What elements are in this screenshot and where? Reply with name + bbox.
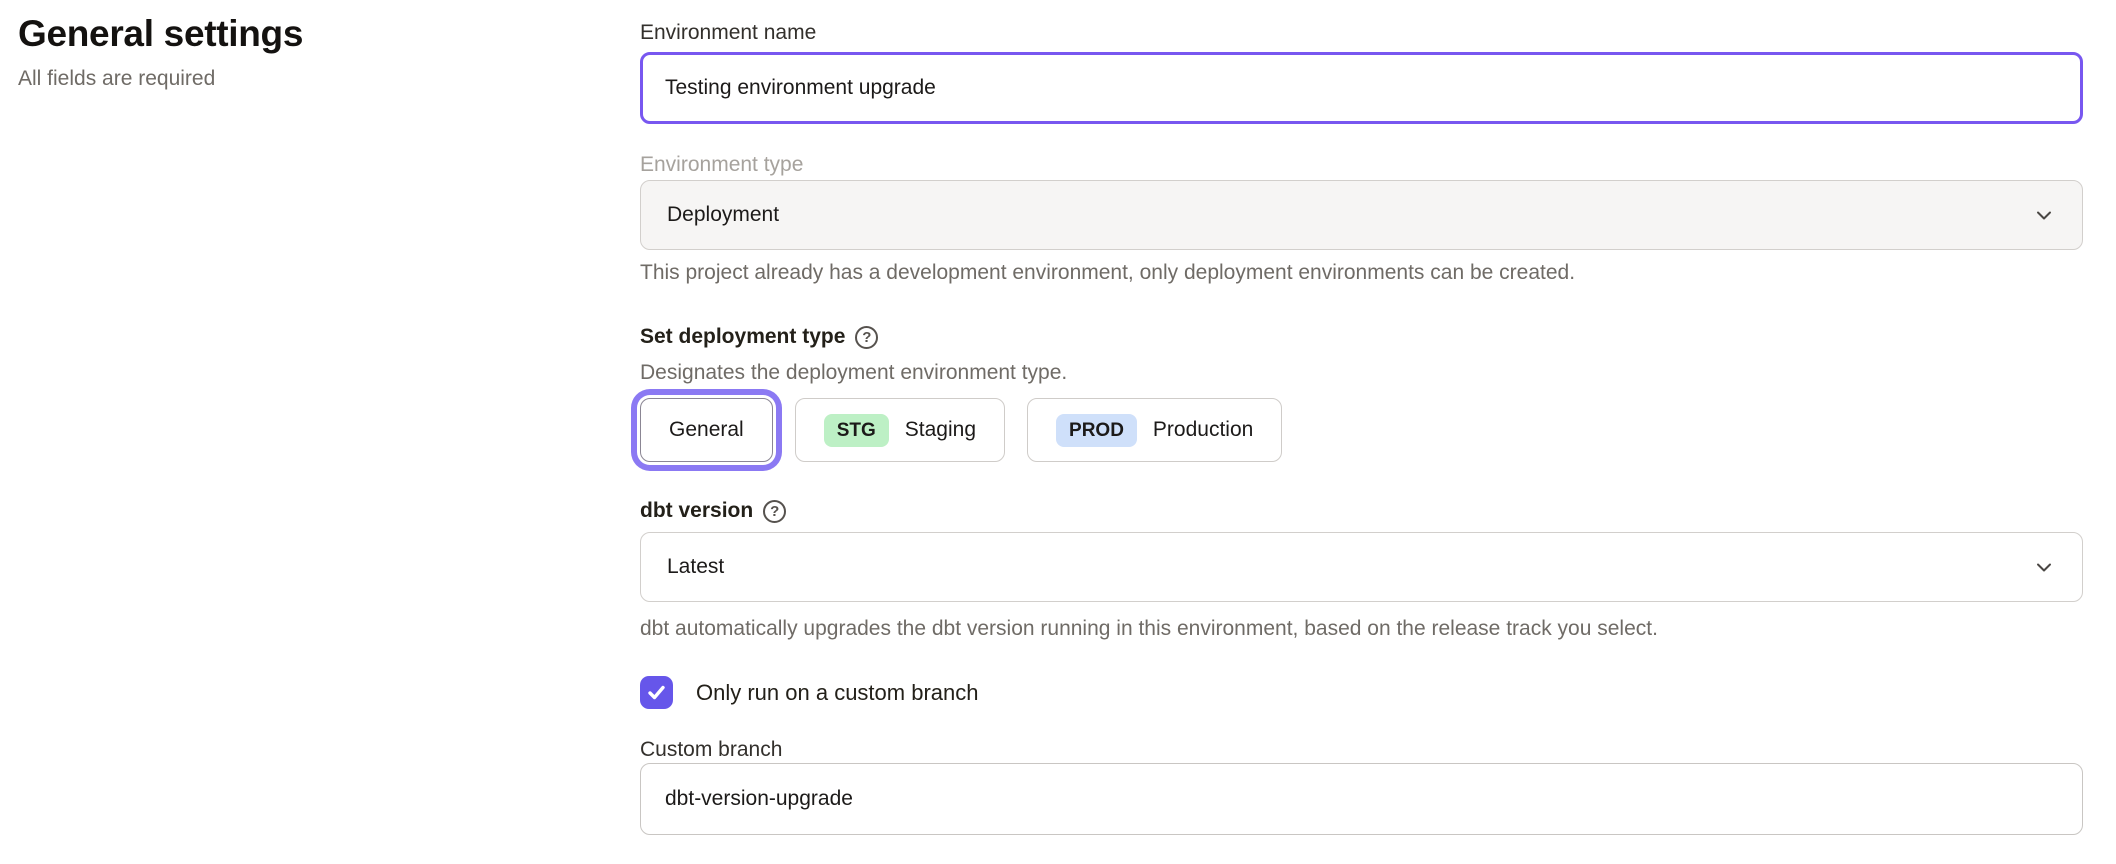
- environment-name-label: Environment name: [640, 20, 2083, 46]
- page-subtitle: All fields are required: [18, 66, 578, 92]
- production-badge: PROD: [1056, 414, 1137, 447]
- custom-branch-label: Custom branch: [640, 737, 2083, 763]
- deployment-type-label-row: Set deployment type ?: [640, 324, 2083, 350]
- deployment-type-options: General STG Staging PROD Production: [640, 398, 2083, 462]
- dbt-version-value: Latest: [667, 555, 724, 579]
- custom-branch-checkbox[interactable]: [640, 676, 673, 709]
- environment-settings-form: Environment name Environment type Deploy…: [640, 0, 2083, 835]
- environment-type-value: Deployment: [667, 203, 779, 227]
- deployment-type-staging-button[interactable]: STG Staging: [795, 398, 1005, 462]
- deployment-type-general-button[interactable]: General: [640, 398, 773, 462]
- dbt-version-label-row: dbt version ?: [640, 498, 2083, 524]
- staging-badge: STG: [824, 414, 889, 447]
- page-title: General settings: [18, 12, 578, 56]
- deployment-type-production-button[interactable]: PROD Production: [1027, 398, 1282, 462]
- custom-branch-toggle-row: Only run on a custom branch: [640, 676, 2083, 709]
- chevron-down-icon: [2032, 555, 2056, 579]
- deployment-type-label: Set deployment type: [640, 324, 845, 350]
- chevron-down-icon: [2032, 203, 2056, 227]
- custom-branch-checkbox-label: Only run on a custom branch: [696, 680, 978, 706]
- page-header: General settings All fields are required: [18, 12, 578, 92]
- environment-type-helper: This project already has a development e…: [640, 260, 2083, 286]
- question-mark-circle-icon[interactable]: ?: [855, 326, 878, 349]
- checkmark-icon: [646, 682, 667, 703]
- environment-name-input[interactable]: [640, 52, 2083, 124]
- environment-type-select[interactable]: Deployment: [640, 180, 2083, 250]
- custom-branch-input[interactable]: [640, 763, 2083, 835]
- deployment-type-general-label: General: [669, 418, 744, 442]
- dbt-version-label: dbt version: [640, 498, 753, 524]
- deployment-type-production-label: Production: [1153, 418, 1253, 442]
- deployment-type-staging-label: Staging: [905, 418, 976, 442]
- environment-type-label: Environment type: [640, 152, 2083, 178]
- question-mark-circle-icon[interactable]: ?: [763, 500, 786, 523]
- dbt-version-helper: dbt automatically upgrades the dbt versi…: [640, 616, 2083, 642]
- dbt-version-select[interactable]: Latest: [640, 532, 2083, 602]
- deployment-type-helper: Designates the deployment environment ty…: [640, 360, 2083, 386]
